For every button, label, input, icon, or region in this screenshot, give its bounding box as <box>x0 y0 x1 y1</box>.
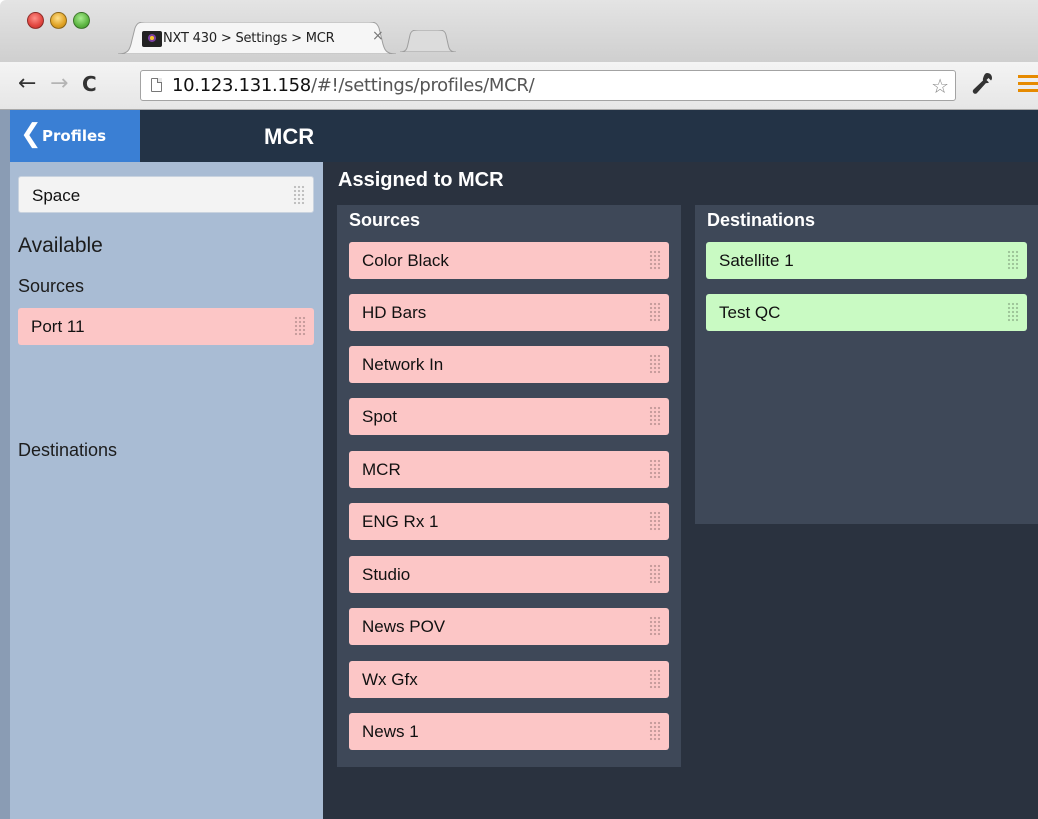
bookmark-star-icon[interactable]: ☆ <box>931 74 949 98</box>
available-heading: Available <box>18 234 103 257</box>
drag-handle-icon[interactable] <box>649 511 661 531</box>
assigned-source-item[interactable]: MCR <box>349 451 669 488</box>
drag-handle-icon[interactable] <box>649 721 661 741</box>
left-edge <box>0 110 10 819</box>
drag-handle-icon[interactable] <box>293 185 305 205</box>
site-favicon-icon <box>142 31 162 47</box>
item-label: Wx Gfx <box>362 670 418 689</box>
assigned-source-item[interactable]: Color Black <box>349 242 669 279</box>
item-label: Studio <box>362 565 411 584</box>
new-tab-button[interactable] <box>398 30 458 52</box>
drag-handle-icon[interactable] <box>649 669 661 689</box>
tab-close-icon[interactable]: × <box>372 28 384 44</box>
item-label: Spot <box>362 407 397 426</box>
zoom-window-button[interactable] <box>73 12 90 29</box>
back-arrow-icon[interactable]: ← <box>18 72 36 96</box>
assigned-destinations-heading: Destinations <box>707 210 816 230</box>
address-bar[interactable]: 10.123.131.158/#!/settings/profiles/MCR/… <box>140 70 956 101</box>
drag-handle-icon[interactable] <box>649 406 661 426</box>
drag-handle-icon[interactable] <box>649 354 661 374</box>
forward-arrow-icon[interactable]: → <box>50 72 68 96</box>
assigned-source-item[interactable]: Wx Gfx <box>349 661 669 698</box>
available-destinations-heading: Destinations <box>18 440 118 460</box>
drag-handle-icon[interactable] <box>649 302 661 322</box>
assigned-destination-item[interactable]: Satellite 1 <box>706 242 1027 279</box>
assigned-source-item[interactable]: ENG Rx 1 <box>349 503 669 540</box>
drag-handle-icon[interactable] <box>1007 250 1019 270</box>
drag-handle-icon[interactable] <box>649 459 661 479</box>
tab-title: NXT 430 > Settings > MCR <box>163 31 335 46</box>
item-label: News 1 <box>362 722 419 741</box>
back-button-label: Profiles <box>42 127 107 145</box>
available-sources-heading: Sources <box>18 276 85 296</box>
item-label: Network In <box>362 355 444 374</box>
close-window-button[interactable] <box>27 12 44 29</box>
drag-handle-icon[interactable] <box>1007 302 1019 322</box>
assigned-source-item[interactable]: HD Bars <box>349 294 669 331</box>
tab-strip: NXT 430 > Settings > MCR × <box>0 0 1038 62</box>
reload-icon[interactable]: C <box>82 72 97 96</box>
assigned-source-item[interactable]: Spot <box>349 398 669 435</box>
assigned-source-item[interactable]: Network In <box>349 346 669 383</box>
menu-icon[interactable] <box>1018 75 1038 93</box>
url-path: /#!/settings/profiles/MCR/ <box>310 75 535 96</box>
url-text[interactable]: 10.123.131.158/#!/settings/profiles/MCR/ <box>172 75 535 96</box>
item-label: Color Black <box>362 251 449 270</box>
assigned-source-item[interactable]: Studio <box>349 556 669 593</box>
available-source-item[interactable]: Port 11 <box>18 308 314 345</box>
profiles-back-button[interactable]: ❮ Profiles <box>10 110 140 162</box>
sidebar <box>10 162 323 819</box>
assigned-title: Assigned to MCR <box>338 169 504 191</box>
search-value: Space <box>32 186 81 205</box>
drag-handle-icon[interactable] <box>649 250 661 270</box>
app-header <box>0 110 1038 162</box>
assigned-sources-heading: Sources <box>349 210 421 230</box>
minimize-window-button[interactable] <box>50 12 67 29</box>
item-label: HD Bars <box>362 303 427 322</box>
assigned-destination-item[interactable]: Test QC <box>706 294 1027 331</box>
item-label: News POV <box>362 617 446 636</box>
assigned-source-item[interactable]: News 1 <box>349 713 669 750</box>
search-input[interactable]: Space <box>18 176 314 213</box>
item-label: Port 11 <box>31 317 85 336</box>
browser-tab-active[interactable]: NXT 430 > Settings > MCR × <box>118 22 396 54</box>
item-label: Satellite 1 <box>719 251 794 270</box>
item-label: MCR <box>362 460 401 479</box>
browser-chrome: NXT 430 > Settings > MCR × ← → C 10.123.… <box>0 0 1038 110</box>
page-title: MCR <box>264 124 315 149</box>
drag-handle-icon[interactable] <box>649 616 661 636</box>
assigned-source-item[interactable]: News POV <box>349 608 669 645</box>
drag-handle-icon[interactable] <box>294 316 306 336</box>
chevron-left-icon: ❮ <box>20 119 42 149</box>
drag-handle-icon[interactable] <box>649 564 661 584</box>
item-label: Test QC <box>719 303 781 322</box>
page-icon <box>151 78 162 92</box>
wrench-icon[interactable] <box>972 71 994 95</box>
browser-toolbar: ← → C 10.123.131.158/#!/settings/profile… <box>0 62 1038 110</box>
url-host: 10.123.131.158 <box>172 75 311 96</box>
item-label: ENG Rx 1 <box>362 512 439 531</box>
